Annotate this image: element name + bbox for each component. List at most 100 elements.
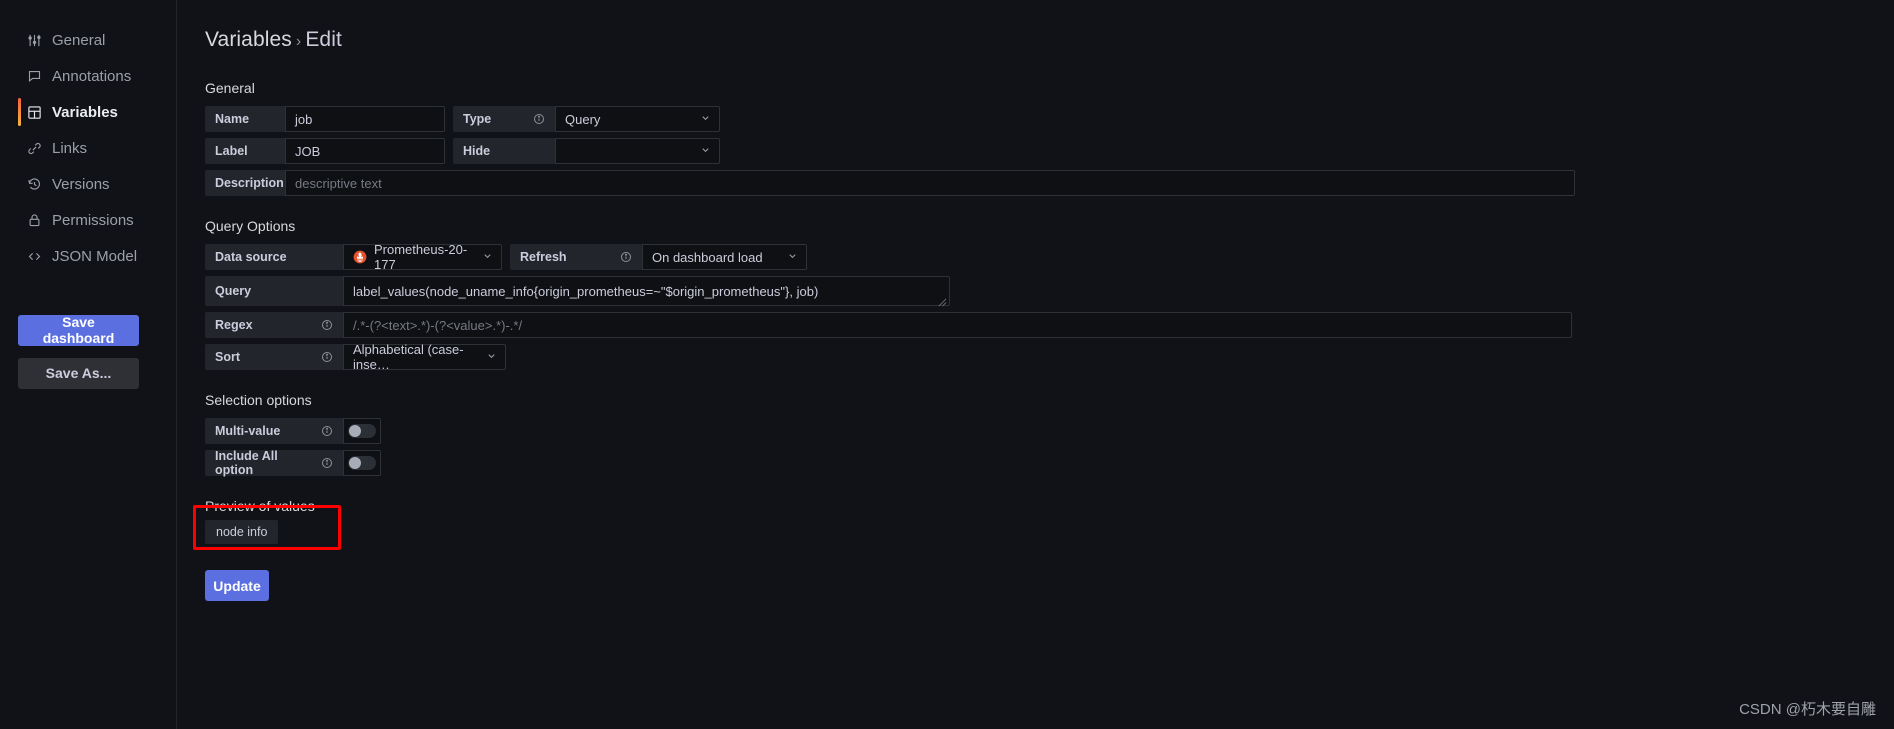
multi-value-label: Multi-value xyxy=(205,418,343,444)
info-circle-icon[interactable] xyxy=(606,251,632,263)
chevron-down-icon xyxy=(486,350,497,365)
breadcrumb-separator: › xyxy=(295,33,302,50)
watermark: CSDN @朽木要自雕 xyxy=(1739,701,1876,718)
preview-value-chip: node info xyxy=(205,520,279,544)
sidebar-item-links[interactable]: Links xyxy=(0,130,176,166)
toggle-track xyxy=(348,424,376,438)
description-row: Description descriptive text xyxy=(205,170,1872,196)
sidebar-item-label: General xyxy=(52,31,106,49)
breadcrumb-current: Edit xyxy=(305,28,342,51)
comment-icon xyxy=(26,68,43,85)
sort-row: Sort Alphabetical (case-inse… xyxy=(205,342,1872,372)
toggle-track xyxy=(348,456,376,470)
type-select-value: Query xyxy=(565,111,601,127)
save-dashboard-button[interactable]: Save dashboard xyxy=(18,314,139,346)
label-hide-row: Label JOB Hide xyxy=(205,138,1872,164)
regex-field-label: Regex xyxy=(205,312,343,338)
description-field-label: Description xyxy=(205,170,285,196)
toggle-knob xyxy=(349,425,361,437)
sidebar-item-label: JSON Model xyxy=(52,247,138,265)
link-icon xyxy=(26,140,43,157)
table-icon xyxy=(26,104,43,121)
include-all-toggle[interactable] xyxy=(343,450,381,476)
lock-icon xyxy=(26,212,43,229)
include-all-row: Include All option xyxy=(205,449,1872,477)
hide-select[interactable] xyxy=(555,138,720,164)
chevron-down-icon xyxy=(700,112,711,127)
sidebar-item-json-model[interactable]: JSON Model xyxy=(0,238,176,274)
sidebar-item-variables[interactable]: Variables xyxy=(0,94,176,130)
chevron-down-icon xyxy=(700,144,711,159)
sidebar-item-label: Variables xyxy=(52,103,118,121)
include-all-label: Include All option xyxy=(205,449,343,477)
regex-label-text: Regex xyxy=(215,318,253,332)
description-input[interactable]: descriptive text xyxy=(285,170,1575,196)
info-circle-icon[interactable] xyxy=(307,319,333,331)
name-input[interactable]: job xyxy=(285,106,445,132)
settings-sidebar: General Annotations Variables Links Vers… xyxy=(0,0,177,729)
info-circle-icon[interactable] xyxy=(519,113,545,125)
query-options-section: Query Options Data source Prometheus-20-… xyxy=(205,218,1872,372)
grafana-dashboard-settings: General Annotations Variables Links Vers… xyxy=(0,0,1894,729)
active-indicator-bar xyxy=(18,98,21,126)
query-row: Query label_values(node_uname_info{origi… xyxy=(205,276,1872,307)
sort-select[interactable]: Alphabetical (case-inse… xyxy=(343,342,506,372)
regex-input[interactable]: /.*-(?<text>.*)-(?<value>.*)-.*/ xyxy=(343,312,1572,338)
datasource-refresh-row: Data source Prometheus-20-177 Refresh On… xyxy=(205,242,1872,272)
selection-options-section-title: Selection options xyxy=(205,392,312,408)
prometheus-icon xyxy=(353,250,367,264)
sidebar-item-label: Versions xyxy=(52,175,110,193)
preview-values-container: node info xyxy=(193,505,1872,550)
sliders-icon xyxy=(26,32,43,49)
refresh-label-text: Refresh xyxy=(520,250,567,264)
name-type-row: Name job Type Query xyxy=(205,106,1872,132)
chevron-down-icon xyxy=(787,250,798,265)
update-button[interactable]: Update xyxy=(205,570,269,601)
code-icon xyxy=(26,248,43,265)
info-circle-icon[interactable] xyxy=(307,425,333,437)
regex-row: Regex /.*-(?<text>.*)-(?<value>.*)-.*/ xyxy=(205,312,1872,338)
sidebar-actions: Save dashboard Save As... xyxy=(0,314,176,389)
info-circle-icon[interactable] xyxy=(307,351,333,363)
toggle-knob xyxy=(349,457,361,469)
sort-field-label: Sort xyxy=(205,344,343,370)
sidebar-item-permissions[interactable]: Permissions xyxy=(0,202,176,238)
query-textarea-value: label_values(node_uname_info{origin_prom… xyxy=(353,283,819,299)
resize-handle-icon[interactable] xyxy=(938,295,947,307)
variable-editor-pane: Variables › Edit General Name job Type Q… xyxy=(177,0,1894,729)
info-circle-icon[interactable] xyxy=(307,457,333,469)
general-section-title: General xyxy=(205,80,255,96)
label-input[interactable]: JOB xyxy=(285,138,445,164)
include-all-label-text: Include All option xyxy=(215,449,278,477)
sort-label-text: Sort xyxy=(215,350,240,364)
refresh-field-label: Refresh xyxy=(510,244,642,270)
query-textarea[interactable]: label_values(node_uname_info{origin_prom… xyxy=(343,276,950,307)
history-icon xyxy=(26,176,43,193)
label-field-label: Label xyxy=(205,138,285,164)
query-options-section-title: Query Options xyxy=(205,218,296,234)
multi-value-toggle[interactable] xyxy=(343,418,381,444)
breadcrumb: Variables › Edit xyxy=(205,28,1872,52)
sidebar-item-versions[interactable]: Versions xyxy=(0,166,176,202)
form-actions: Update xyxy=(205,570,1872,601)
sidebar-item-label: Links xyxy=(52,139,88,157)
breadcrumb-root[interactable]: Variables xyxy=(205,28,292,51)
datasource-field-label: Data source xyxy=(205,244,343,270)
selection-options-section: Selection options Multi-value Include Al… xyxy=(205,392,1872,477)
chevron-down-icon xyxy=(482,250,493,265)
datasource-select[interactable]: Prometheus-20-177 xyxy=(343,242,502,272)
sidebar-item-annotations[interactable]: Annotations xyxy=(0,58,176,94)
multi-value-label-text: Multi-value xyxy=(215,424,281,438)
sidebar-item-general[interactable]: General xyxy=(0,22,176,58)
query-field-label: Query xyxy=(205,276,343,306)
sidebar-item-label: Annotations xyxy=(52,67,132,85)
preview-title: Preview of values xyxy=(205,498,315,514)
general-section: General Name job Type Query Label JOB Hi… xyxy=(205,80,1872,196)
type-select[interactable]: Query xyxy=(555,106,720,132)
datasource-select-value: Prometheus-20-177 xyxy=(374,242,468,272)
refresh-select[interactable]: On dashboard load xyxy=(642,244,807,270)
sort-select-value: Alphabetical (case-inse… xyxy=(353,342,464,372)
type-label-text: Type xyxy=(463,112,492,126)
save-as-button[interactable]: Save As... xyxy=(18,357,139,389)
type-field-label: Type xyxy=(453,106,555,132)
